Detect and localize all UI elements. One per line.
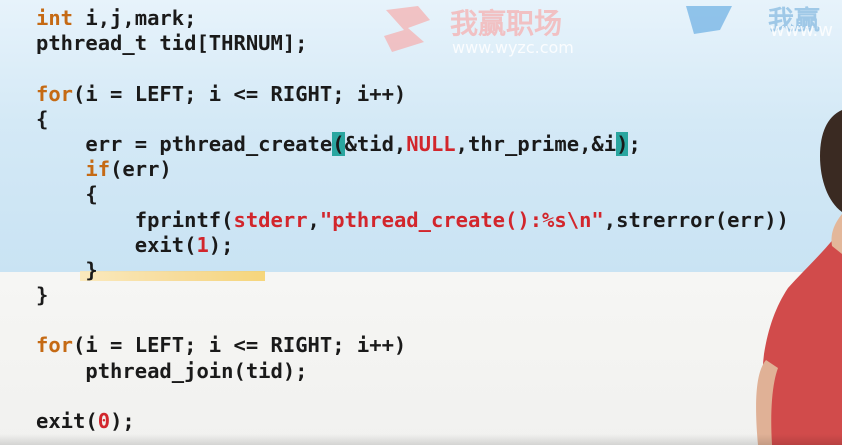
code-token: NULL xyxy=(406,131,456,156)
code-token: int xyxy=(36,6,74,30)
code-token: "pthread_create():%s\n" xyxy=(319,207,604,232)
code-token: &tid, xyxy=(344,131,407,156)
code-token: exit( xyxy=(36,409,98,433)
video-frame: 我赢职场 www.wyzc.com 我赢 www.w int i,j,mark;… xyxy=(0,0,842,445)
code-token: fprintf( xyxy=(36,207,234,232)
code-token: if xyxy=(85,157,111,182)
code-token: (err) xyxy=(110,157,172,182)
presenter-image xyxy=(756,110,842,445)
code-line: exit(1); xyxy=(36,233,789,258)
code-token: ,thr_prime,&i xyxy=(455,131,617,156)
code-token: 1 xyxy=(196,232,209,257)
code-line: pthread_t tid[THRNUM]; xyxy=(36,31,789,56)
code-token: , xyxy=(307,207,320,232)
code-token: } xyxy=(36,283,49,308)
code-line: pthread_join(tid); xyxy=(36,359,789,384)
code-token: (i = LEFT; i <= RIGHT; i++) xyxy=(73,333,407,358)
code-token: (i = LEFT; i <= RIGHT; i++) xyxy=(73,81,407,106)
code-token: pthread_join(tid); xyxy=(36,358,308,383)
code-line: for(i = LEFT; i <= RIGHT; i++) xyxy=(36,333,789,358)
code-token: 0 xyxy=(97,409,111,433)
code-token: exit( xyxy=(36,232,197,257)
code-line: { xyxy=(36,182,789,207)
code-token: ); xyxy=(110,409,135,433)
code-line: if(err) xyxy=(36,157,789,182)
code-line: exit(0); xyxy=(36,409,789,434)
code-token: err = pthread_create xyxy=(36,131,333,156)
code-line: } xyxy=(36,283,789,308)
code-token: { xyxy=(36,182,98,207)
code-listing: int i,j,mark; pthread_t tid[THRNUM]; for(… xyxy=(36,6,789,434)
code-line: int i,j,mark; xyxy=(36,6,789,31)
code-token: pthread_t tid[THRNUM]; xyxy=(36,31,308,56)
code-token: } xyxy=(36,257,98,282)
code-token: for xyxy=(36,333,74,358)
code-line: fprintf(stderr,"pthread_create():%s\n",s… xyxy=(36,208,789,233)
video-controls-edge xyxy=(0,434,842,445)
code-token: i,j,mark; xyxy=(73,6,197,30)
matched-paren-token: ( xyxy=(332,131,345,156)
code-line: } xyxy=(36,258,789,283)
matched-paren-token: ) xyxy=(616,131,629,156)
code-line: { xyxy=(36,107,789,132)
code-token: for xyxy=(36,81,74,106)
code-token: ; xyxy=(628,131,641,156)
code-token: stderr xyxy=(233,207,308,232)
code-line: for(i = LEFT; i <= RIGHT; i++) xyxy=(36,82,789,107)
code-token: ); xyxy=(208,232,234,257)
code-line: err = pthread_create(&tid,NULL,thr_prime… xyxy=(36,131,789,157)
code-token: { xyxy=(36,106,49,131)
